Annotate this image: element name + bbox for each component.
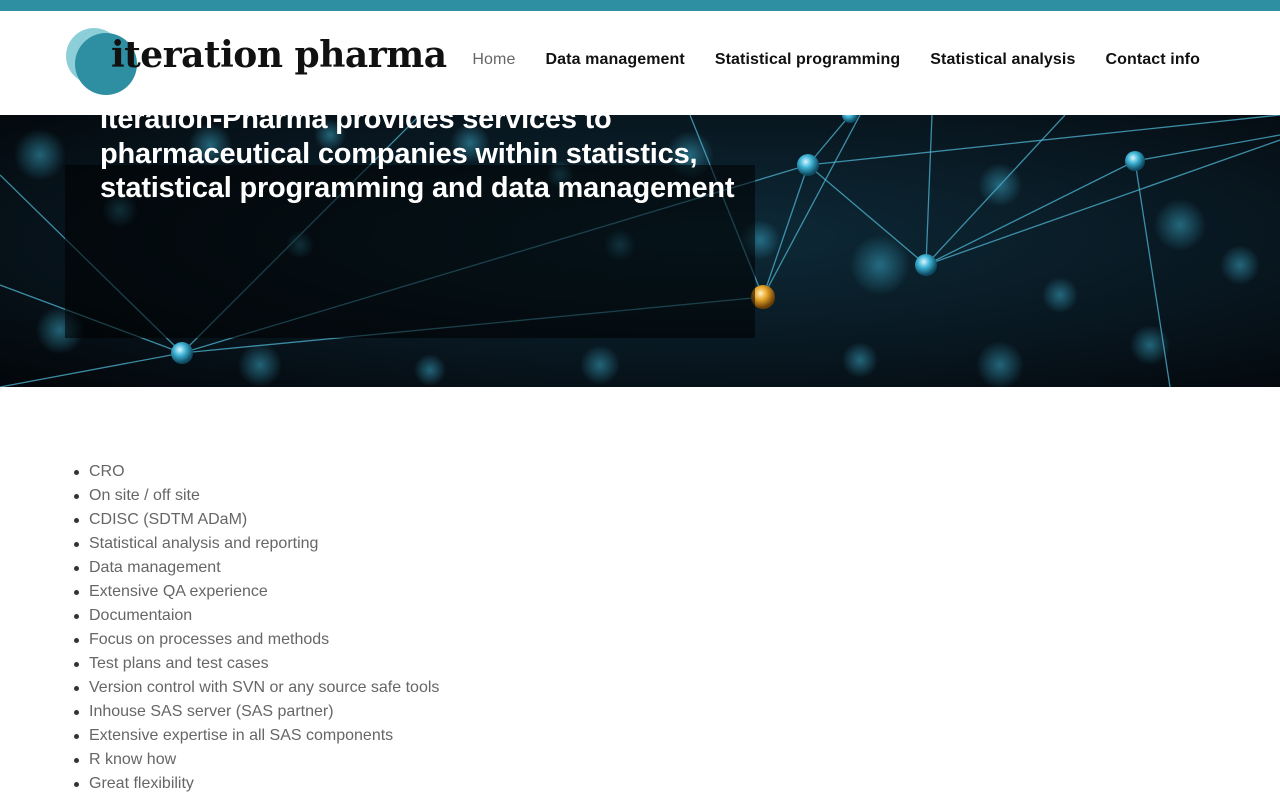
list-item: CDISC (SDTM ADaM): [74, 508, 439, 532]
list-item: Documentaion: [74, 604, 439, 628]
bullet-icon: [74, 590, 79, 595]
list-item-text: Great flexibility: [89, 775, 194, 792]
list-item-text: On site / off site: [89, 487, 200, 504]
list-item: Inhouse SAS server (SAS partner): [74, 700, 439, 724]
list-item-text: Documentaion: [89, 607, 193, 624]
list-item: Extensive QA experience: [74, 580, 439, 604]
list-item: CRO: [74, 460, 439, 484]
list-item: Data management: [74, 556, 439, 580]
site-header: iteration pharma Home Data management St…: [0, 11, 1280, 115]
bullet-icon: [74, 470, 79, 475]
bullet-icon: [74, 758, 79, 763]
nav-item-home[interactable]: Home: [472, 51, 515, 69]
list-item-text: Extensive QA experience: [89, 583, 268, 600]
bullet-icon: [74, 710, 79, 715]
bullet-icon: [74, 518, 79, 523]
bullet-icon: [74, 782, 79, 787]
nav-item-statistical-programming[interactable]: Statistical programming: [715, 51, 900, 69]
nav-item-data-management[interactable]: Data management: [546, 51, 685, 69]
list-item-text: R know how: [89, 751, 177, 768]
site-logo-text: iteration pharma: [111, 34, 447, 76]
bullet-icon: [74, 638, 79, 643]
list-item-text: CRO: [89, 463, 125, 480]
nav-item-statistical-analysis[interactable]: Statistical analysis: [930, 51, 1075, 69]
list-item: Statistical analysis and reporting: [74, 532, 439, 556]
bullet-icon: [74, 566, 79, 571]
list-item: On site / off site: [74, 484, 439, 508]
main-nav: Home Data management Statistical program…: [442, 11, 1200, 108]
bullet-icon: [74, 614, 79, 619]
list-item-text: Version control with SVN or any source s…: [89, 679, 440, 696]
list-item-text: Test plans and test cases: [89, 655, 269, 672]
list-item-text: Focus on processes and methods: [89, 631, 330, 648]
bullet-icon: [74, 542, 79, 547]
top-accent-bar: [0, 0, 1280, 11]
nav-item-contact-info[interactable]: Contact info: [1105, 51, 1200, 69]
bullet-icon: [74, 494, 79, 499]
bullet-icon: [74, 662, 79, 667]
list-item-text: CDISC (SDTM ADaM): [89, 511, 248, 528]
list-item: Focus on processes and methods: [74, 628, 439, 652]
list-item-text: Data management: [89, 559, 221, 576]
site-logo-link[interactable]: iteration pharma: [64, 27, 447, 99]
bullet-icon: [74, 686, 79, 691]
list-item: Test plans and test cases: [74, 652, 439, 676]
list-item-text: Statistical analysis and reporting: [89, 535, 319, 552]
list-item: Version control with SVN or any source s…: [74, 676, 440, 700]
list-item: R know how: [74, 748, 439, 772]
feature-list: CRO On site / off site CDISC (SDTM ADaM)…: [74, 460, 440, 796]
list-item-text: Extensive expertise in all SAS component…: [89, 727, 394, 744]
list-item: Great flexibility: [74, 772, 439, 796]
list-item: Extensive expertise in all SAS component…: [74, 724, 439, 748]
list-item-text: Inhouse SAS server (SAS partner): [89, 703, 334, 720]
hero-headline: Iteration-Pharma provides services to ph…: [100, 103, 735, 204]
bullet-icon: [74, 734, 79, 739]
